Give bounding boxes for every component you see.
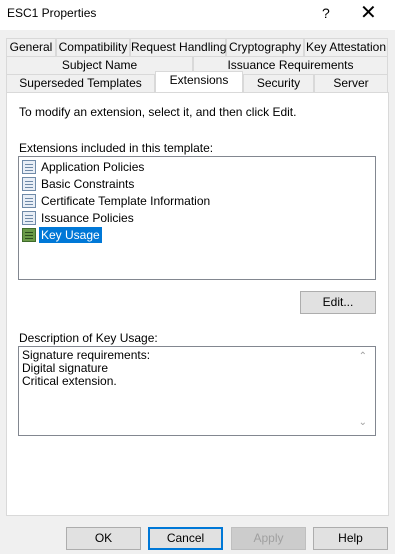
description-line: Critical extension.	[22, 374, 117, 388]
instruction-text: To modify an extension, select it, and t…	[19, 105, 297, 119]
ok-button[interactable]: OK	[66, 527, 141, 550]
extension-icon	[22, 211, 36, 225]
title-bar: ESC1 Properties ? ✕	[0, 0, 395, 30]
tab-cryptography[interactable]: Cryptography	[226, 38, 304, 56]
description-textbox[interactable]: Signature requirements: Digital signatur…	[18, 346, 376, 436]
extension-icon	[22, 160, 36, 174]
apply-button[interactable]: Apply	[231, 527, 306, 550]
tab-server[interactable]: Server	[314, 74, 388, 92]
list-item-application-policies[interactable]: Application Policies	[22, 159, 146, 175]
tab-general[interactable]: General	[6, 38, 56, 56]
tab-compatibility[interactable]: Compatibility	[56, 38, 130, 56]
help-icon[interactable]: ?	[322, 5, 330, 21]
description-label: Description of Key Usage:	[19, 331, 158, 345]
tab-key-attestation[interactable]: Key Attestation	[304, 38, 388, 56]
list-item-key-usage[interactable]: Key Usage	[22, 227, 102, 243]
list-item-certificate-template-information[interactable]: Certificate Template Information	[22, 193, 212, 209]
tab-request-handling[interactable]: Request Handling	[130, 38, 226, 56]
extensions-listbox[interactable]: Application Policies Basic Constraints C…	[18, 156, 376, 280]
list-item-label: Certificate Template Information	[41, 194, 211, 208]
scroll-down-arrow-icon[interactable]: ⌄	[359, 417, 367, 428]
extensions-list-label: Extensions included in this template:	[19, 141, 214, 155]
list-item-basic-constraints[interactable]: Basic Constraints	[22, 176, 136, 192]
list-item-label: Key Usage	[39, 227, 102, 243]
help-button[interactable]: Help	[313, 527, 388, 550]
list-item-label: Issuance Policies	[41, 211, 134, 225]
close-icon[interactable]: ✕	[360, 1, 377, 25]
tab-security[interactable]: Security	[243, 74, 314, 92]
tab-extensions[interactable]: Extensions	[155, 71, 243, 92]
tab-superseded-templates[interactable]: Superseded Templates	[6, 74, 155, 92]
list-item-issuance-policies[interactable]: Issuance Policies	[22, 210, 136, 226]
scroll-up-arrow-icon[interactable]: ⌃	[359, 351, 367, 362]
edit-button[interactable]: Edit...	[300, 291, 376, 314]
cancel-button[interactable]: Cancel	[148, 527, 223, 550]
key-usage-icon	[22, 228, 36, 242]
extension-icon	[22, 194, 36, 208]
list-item-label: Basic Constraints	[41, 177, 135, 191]
extension-icon	[22, 177, 36, 191]
list-item-label: Application Policies	[41, 160, 145, 174]
window-title: ESC1 Properties	[7, 6, 97, 20]
